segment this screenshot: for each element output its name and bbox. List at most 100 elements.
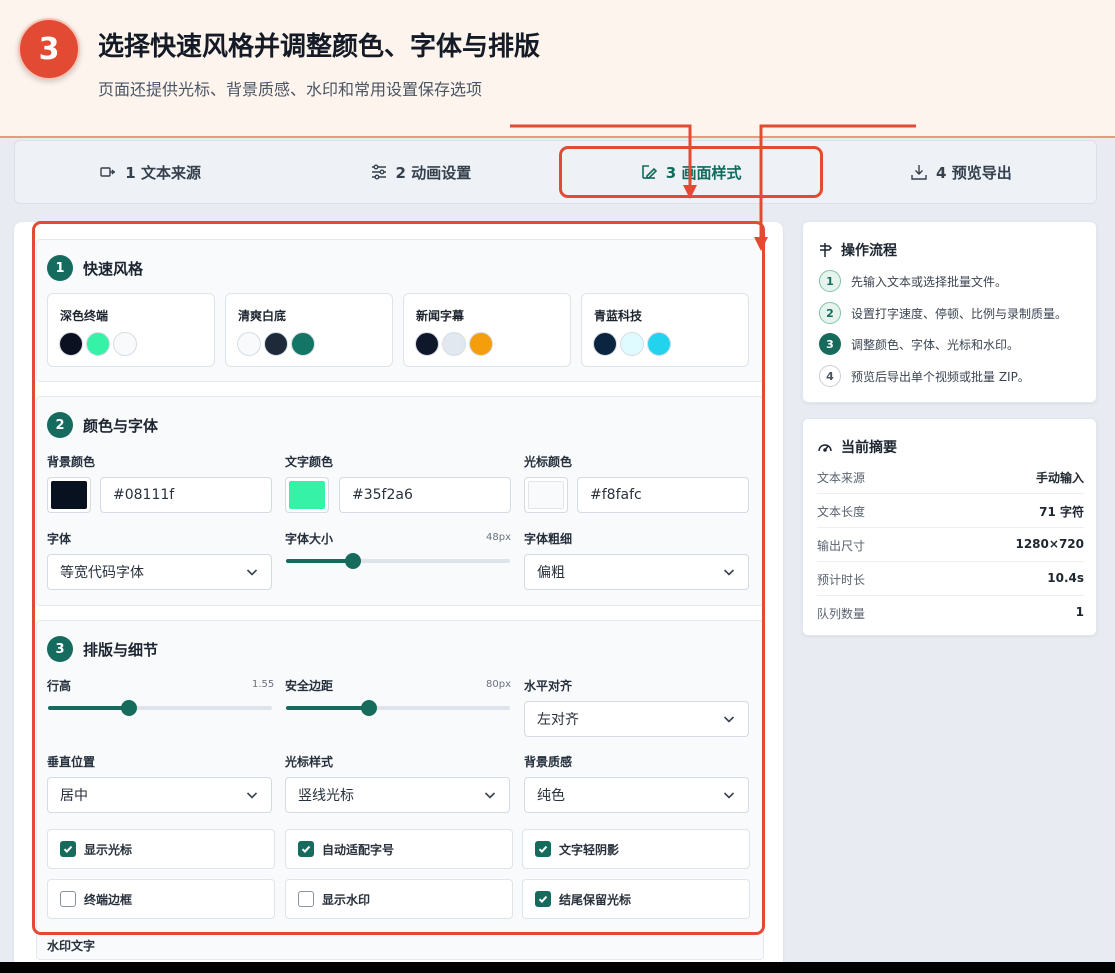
- v-pos-select[interactable]: 居中: [47, 777, 272, 813]
- preset-name: 深色终端: [60, 309, 109, 323]
- summary-value: 1280×720: [1015, 537, 1084, 551]
- tab-label: 3 画面样式: [665, 163, 742, 182]
- tab-text-source[interactable]: 1 文本来源: [15, 141, 285, 203]
- color-font-heading: 2 颜色与字体: [47, 412, 158, 438]
- preset-name: 清爽白底: [238, 309, 287, 323]
- preset-cyan-tech[interactable]: 青蓝科技: [581, 293, 749, 367]
- summary-value: 10.4s: [1047, 571, 1084, 585]
- flow-step-text: 预览后导出单个视频或批量 ZIP。: [851, 369, 1030, 384]
- summary-row: 输出尺寸 1280×720: [817, 537, 1084, 554]
- summary-value: 1: [1075, 605, 1084, 619]
- summary-row: 队列数量 1: [817, 605, 1084, 622]
- swatch: [415, 332, 439, 356]
- swatch: [469, 332, 493, 356]
- tab-animation[interactable]: 2 动画设置: [285, 141, 555, 203]
- show-watermark-checkbox[interactable]: 显示水印: [285, 879, 513, 919]
- checkbox-label: 自动适配字号: [322, 842, 395, 857]
- line-height-label: 行高: [47, 679, 72, 693]
- swatch: [59, 332, 83, 356]
- chevron-down-icon: [246, 792, 258, 799]
- slider-thumb[interactable]: [360, 700, 377, 716]
- select-value: 偏粗: [537, 565, 565, 581]
- preset-dark-terminal[interactable]: 深色终端: [47, 293, 215, 367]
- text-color-picker[interactable]: [285, 477, 329, 513]
- chevron-down-icon: [723, 792, 735, 799]
- preset-news-caption[interactable]: 新闻字幕: [403, 293, 571, 367]
- swatch: [593, 332, 617, 356]
- preset-clean-white[interactable]: 清爽白底: [225, 293, 393, 367]
- checkbox-box[interactable]: [298, 891, 314, 907]
- checkbox-box[interactable]: [535, 841, 551, 857]
- flow-step-number: 1: [819, 270, 841, 292]
- cursor-style-select[interactable]: 竖线光标: [285, 777, 510, 813]
- text-color-input[interactable]: #35f2a6: [339, 477, 511, 513]
- preset-swatches: [593, 332, 671, 356]
- flow-step: 1 先输入文本或选择批量文件。: [819, 270, 1007, 292]
- line-height-value: 1.55: [252, 679, 275, 690]
- gauge-icon: [818, 444, 832, 452]
- v-pos-label: 垂直位置: [47, 755, 96, 769]
- banner-title: 选择快速风格并调整颜色、字体与排版: [98, 32, 541, 62]
- swatch: [237, 332, 261, 356]
- show-cursor-checkbox[interactable]: 显示光标: [47, 829, 275, 869]
- bg-color-picker[interactable]: [47, 477, 91, 513]
- font-size-slider[interactable]: [286, 553, 510, 569]
- h-align-select[interactable]: 左对齐: [524, 701, 749, 737]
- section-title: 颜色与字体: [83, 416, 159, 435]
- check-icon: [301, 845, 311, 854]
- slider-thumb[interactable]: [345, 553, 362, 569]
- flow-step-text: 设置打字速度、停顿、比例与录制质量。: [851, 306, 1068, 321]
- step-badge: 3: [18, 18, 80, 80]
- auto-fit-font-checkbox[interactable]: 自动适配字号: [285, 829, 513, 869]
- checkbox-label: 终端边框: [84, 892, 133, 907]
- preset-swatches: [59, 332, 137, 356]
- checkbox-label: 文字轻阴影: [559, 842, 620, 857]
- banner-subtitle: 页面还提供光标、背景质感、水印和常用设置保存选项: [98, 80, 483, 99]
- sliders-icon: [371, 164, 386, 180]
- summary-key: 文本长度: [817, 505, 866, 519]
- checkbox-box[interactable]: [535, 891, 551, 907]
- watermark-text-label: 水印文字: [47, 939, 96, 953]
- checkbox-box[interactable]: [60, 841, 76, 857]
- bg-texture-label: 背景质感: [524, 755, 573, 769]
- line-height-slider[interactable]: [48, 700, 272, 716]
- tab-style[interactable]: 3 画面样式: [556, 141, 826, 203]
- bg-texture-select[interactable]: 纯色: [524, 777, 749, 813]
- signpost-icon: [820, 243, 833, 257]
- bg-color-input[interactable]: #08111f: [100, 477, 272, 513]
- cursor-color-input[interactable]: #f8fafc: [577, 477, 749, 513]
- font-weight-select[interactable]: 偏粗: [524, 554, 749, 590]
- cursor-color-picker[interactable]: [524, 477, 568, 513]
- summary-value: 71 字符: [1039, 505, 1084, 519]
- flow-step-number: 4: [819, 365, 841, 387]
- brush-icon: [641, 165, 657, 179]
- summary-value: 手动输入: [1035, 471, 1084, 485]
- summary-card: 当前摘要 文本来源 手动输入 文本长度 71 字符 输出尺寸 1280×720 …: [802, 418, 1097, 636]
- check-icon: [538, 845, 548, 854]
- preset-swatches: [415, 332, 493, 356]
- text-shadow-checkbox[interactable]: 文字轻阴影: [522, 829, 750, 869]
- flow-step: 4 预览后导出单个视频或批量 ZIP。: [819, 365, 1030, 387]
- summary-key: 队列数量: [817, 607, 866, 621]
- slider-thumb[interactable]: [120, 700, 137, 716]
- select-value: 纯色: [537, 788, 565, 804]
- chevron-down-icon: [723, 569, 735, 576]
- swatch: [86, 332, 110, 356]
- checkbox-box[interactable]: [298, 841, 314, 857]
- tab-export[interactable]: 4 预览导出: [826, 141, 1096, 203]
- checkbox-box[interactable]: [60, 891, 76, 907]
- chevron-down-icon: [246, 569, 258, 576]
- text-color-label: 文字颜色: [285, 455, 334, 469]
- flow-step: 2 设置打字速度、停顿、比例与录制质量。: [819, 302, 1067, 324]
- section-number: 3: [47, 636, 73, 662]
- cursor-color-label: 光标颜色: [524, 455, 573, 469]
- safe-margin-slider[interactable]: [286, 700, 510, 716]
- font-label: 字体: [47, 532, 72, 546]
- tab-label: 1 文本来源: [125, 163, 201, 182]
- h-align-label: 水平对齐: [524, 679, 573, 693]
- checkbox-label: 显示光标: [84, 842, 133, 857]
- keep-cursor-end-checkbox[interactable]: 结尾保留光标: [522, 879, 750, 919]
- terminal-frame-checkbox[interactable]: 终端边框: [47, 879, 275, 919]
- font-select[interactable]: 等宽代码字体: [47, 554, 272, 590]
- font-weight-label: 字体粗细: [524, 532, 573, 546]
